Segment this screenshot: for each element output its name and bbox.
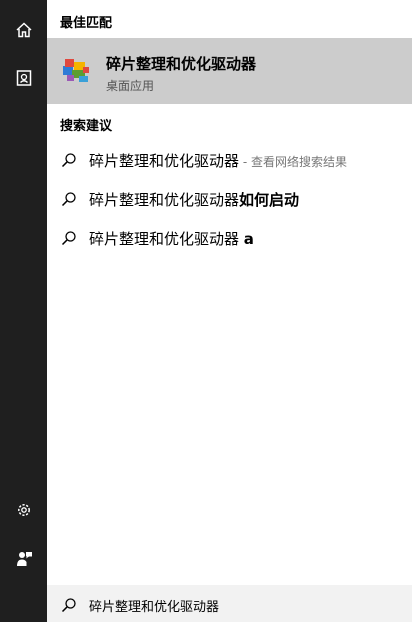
suggestion-suffix: 如何启动: [239, 191, 300, 209]
feedback-button[interactable]: [0, 537, 47, 581]
search-icon: [61, 152, 77, 172]
suggestion-query: 碎片整理和优化驱动器: [89, 152, 240, 170]
suggestion-query: 碎片整理和优化驱动器: [89, 230, 244, 248]
app-type: 桌面应用: [106, 79, 155, 93]
search-results-panel: 最佳匹配 碎片整理和优化驱动器 桌面应用 搜索建议 碎片整理和优化驱动器 - 查…: [47, 0, 412, 622]
home-icon: [15, 21, 33, 39]
sidebar: [0, 0, 47, 622]
home-button[interactable]: [0, 8, 47, 52]
suggestion-query: 碎片整理和优化驱动器: [89, 191, 240, 209]
best-match-heading: 最佳匹配: [60, 16, 113, 31]
search-input[interactable]: 碎片整理和优化驱动器: [89, 596, 219, 615]
search-icon: [61, 230, 77, 250]
notebook-button[interactable]: [0, 56, 47, 100]
suggestion-item[interactable]: 碎片整理和优化驱动器 a: [47, 218, 412, 256]
search-icon: [61, 597, 77, 617]
notebook-icon: [15, 69, 33, 87]
suggestion-item[interactable]: 碎片整理和优化驱动器如何启动: [47, 179, 412, 217]
settings-button[interactable]: [0, 488, 47, 532]
app-name: 碎片整理和优化驱动器: [106, 55, 257, 73]
defrag-app-icon: [61, 55, 91, 85]
suggestion-suffix: a: [243, 230, 254, 248]
best-match-item[interactable]: 碎片整理和优化驱动器 桌面应用: [47, 38, 412, 104]
feedback-icon: [15, 550, 33, 568]
suggestion-suffix: - 查看网络搜索结果: [239, 155, 347, 169]
search-icon: [61, 191, 77, 211]
suggestion-item[interactable]: 碎片整理和优化驱动器 - 查看网络搜索结果: [47, 140, 412, 178]
search-box[interactable]: 碎片整理和优化驱动器: [47, 585, 412, 622]
gear-icon: [15, 501, 33, 519]
suggestions-heading: 搜索建议: [60, 119, 113, 134]
